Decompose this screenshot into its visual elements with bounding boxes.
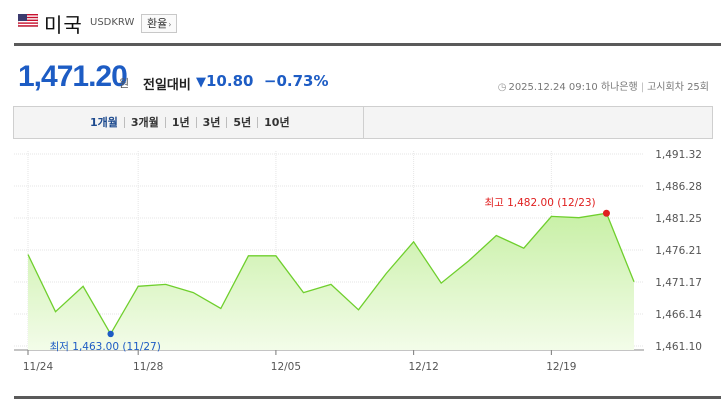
data-point — [54, 311, 56, 313]
data-point — [165, 283, 167, 285]
min-marker — [107, 330, 114, 338]
y-tick-label: 1,481.25 — [655, 213, 702, 225]
period-tabs: 1개월 3개월 1년 3년 5년 10년 — [13, 106, 713, 139]
data-point — [302, 291, 304, 293]
price-change: ▼10.80 −0.73% — [196, 72, 329, 90]
max-label: 최고 1,482.00 (12/23) — [484, 197, 595, 209]
x-tick-label: 12/05 — [271, 361, 301, 373]
change-value: 10.80 — [206, 72, 254, 90]
data-point — [27, 253, 29, 255]
exchange-rate-button[interactable]: 환율› — [141, 14, 178, 33]
clock-icon: ◷ — [497, 82, 507, 93]
notice-round: 고시회차 25회 — [647, 82, 709, 93]
data-point — [468, 260, 470, 262]
tab-period-4[interactable]: 5년 — [227, 116, 257, 129]
tab-period-3[interactable]: 3년 — [197, 116, 227, 129]
timestamp: 2025.12.24 09:10 — [508, 82, 598, 93]
rate-chart: 1,491.32 1,486.28 1,481.25 1,476.21 1,471.17… — [14, 149, 702, 373]
data-point — [440, 282, 442, 284]
country-name: 미국 — [44, 13, 83, 37]
x-tick-label: 11/24 — [23, 361, 54, 373]
compare-label: 전일대비 — [143, 78, 191, 93]
y-tick-label: 1,461.10 — [655, 341, 702, 353]
data-point — [357, 309, 359, 311]
exchange-rate-button-label: 환율 — [147, 17, 168, 30]
data-point — [82, 285, 84, 287]
y-tick-label: 1,466.14 — [655, 309, 702, 321]
data-point — [330, 283, 332, 285]
data-point — [385, 272, 387, 274]
change-percent: −0.73% — [263, 72, 329, 90]
x-tick-label: 12/19 — [546, 361, 576, 373]
data-point — [578, 217, 580, 219]
tab-period-2[interactable]: 1년 — [166, 116, 196, 129]
tab-period-5[interactable]: 10년 — [258, 116, 295, 129]
currency-code: USDKRW — [90, 17, 135, 28]
quote-summary: 1,471.20 원 전일대비 ▼10.80 −0.73% ◷ 2025.12.2… — [18, 60, 718, 100]
us-flag-icon — [18, 14, 38, 27]
tab-period-1[interactable]: 3개월 — [125, 116, 165, 129]
tab-period-0[interactable]: 1개월 — [84, 116, 124, 129]
current-price: 1,471.20 — [18, 60, 128, 93]
price-unit: 원 — [119, 77, 130, 90]
data-point — [633, 281, 635, 283]
x-tick-label: 12/12 — [409, 361, 439, 373]
chevron-right-icon: › — [168, 20, 172, 29]
data-point — [495, 234, 497, 236]
data-point — [192, 291, 194, 293]
data-point — [550, 215, 552, 217]
y-tick-label: 1,486.28 — [655, 181, 702, 193]
bank-name: 하나은행 — [600, 82, 638, 93]
x-tick-label: 11/28 — [133, 361, 163, 373]
min-label: 최저 1,463.00 (11/27) — [50, 341, 161, 353]
data-point — [523, 247, 525, 249]
tab-list: 1개월 3개월 1년 3년 5년 10년 — [84, 116, 296, 129]
data-point — [275, 255, 277, 257]
data-point — [247, 255, 249, 257]
y-tick-label: 1,491.32 — [655, 149, 702, 161]
max-marker — [602, 209, 610, 217]
data-point — [220, 307, 222, 309]
bottom-divider — [14, 396, 721, 399]
data-point — [412, 241, 414, 243]
data-point — [137, 285, 139, 287]
down-arrow-icon: ▼ — [196, 75, 206, 90]
quote-meta: ◷ 2025.12.24 09:10 하나은행 | 고시회차 25회 — [497, 82, 709, 93]
y-tick-label: 1,471.17 — [655, 277, 702, 289]
header: 미국 USDKRW 환율› — [14, 0, 721, 46]
period-tabs-left: 1개월 3개월 1년 3년 5년 10년 — [14, 107, 364, 138]
y-tick-label: 1,476.21 — [655, 245, 702, 257]
